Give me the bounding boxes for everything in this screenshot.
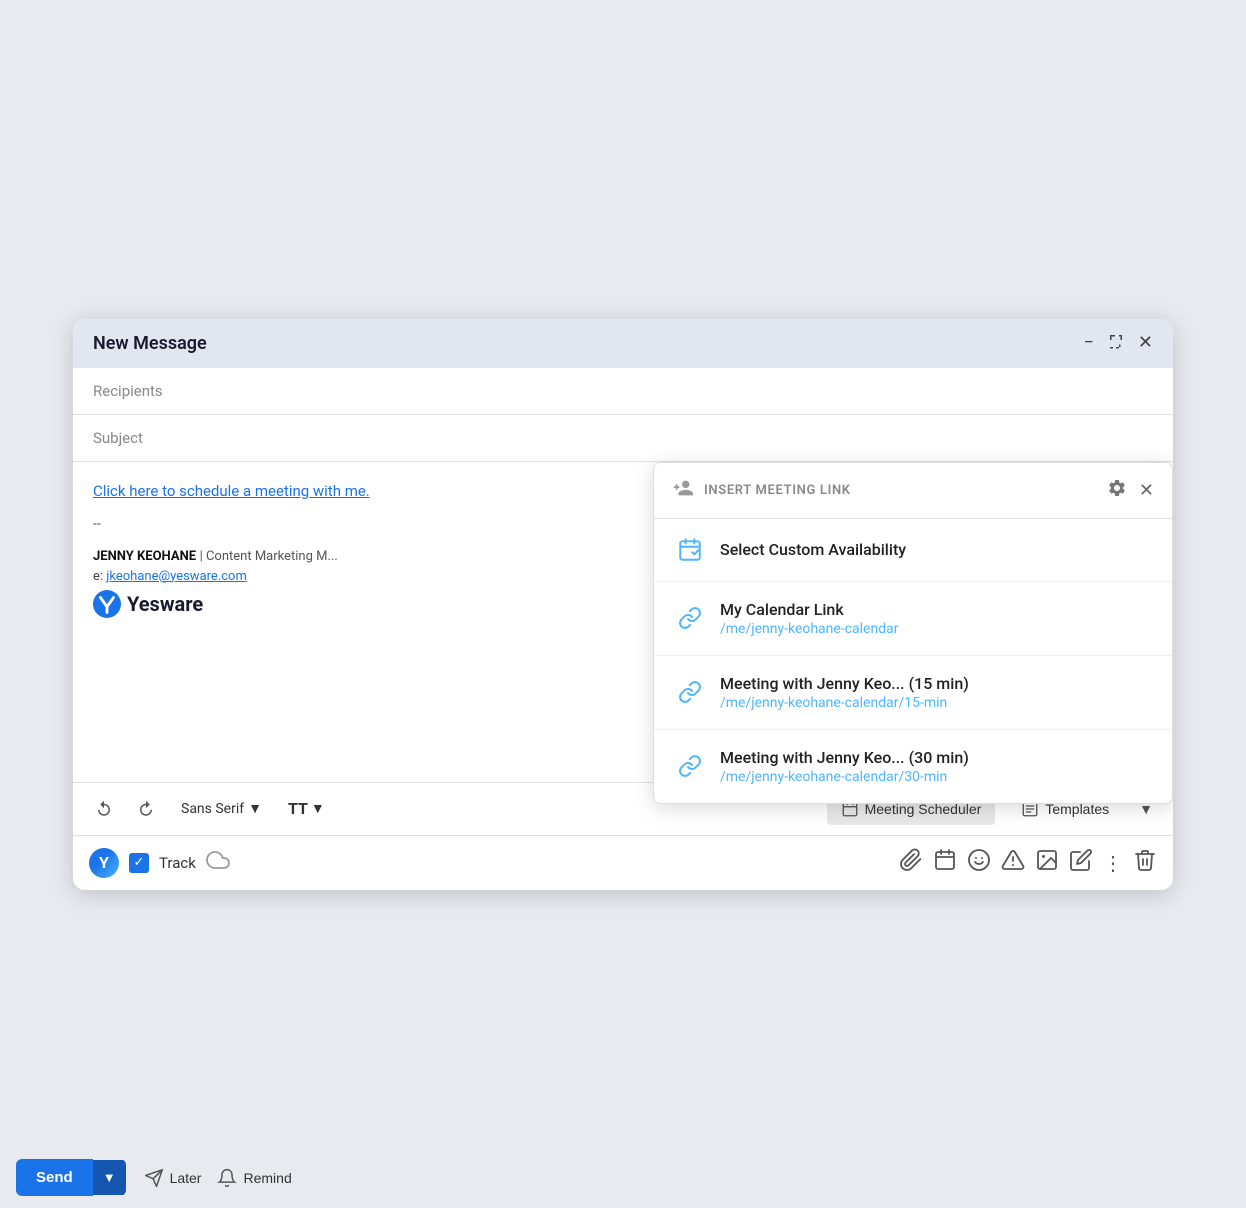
font-size-button[interactable]: TT ▼ xyxy=(282,795,331,822)
item-content-30min: Meeting with Jenny Keo... (30 min) /me/j… xyxy=(720,748,969,785)
item-content-15min: Meeting with Jenny Keo... (15 min) /me/j… xyxy=(720,674,969,711)
link-15min-icon xyxy=(674,680,706,704)
undo-button[interactable] xyxy=(89,796,119,822)
subject-field[interactable]: Subject xyxy=(73,415,1173,462)
compose-header: New Message − ✕ xyxy=(73,319,1173,368)
header-actions: − ✕ xyxy=(1084,333,1153,353)
calendar-bottom-icon[interactable] xyxy=(933,848,957,877)
undo-icon xyxy=(95,800,113,818)
dropdown-close-icon[interactable]: ✕ xyxy=(1139,480,1154,501)
attachment-icon[interactable] xyxy=(899,848,923,877)
item-title-custom: Select Custom Availability xyxy=(720,540,906,559)
font-size-arrow: ▼ xyxy=(311,800,325,817)
signature-job-title: Content Marketing M... xyxy=(206,549,338,564)
item-title-30min: Meeting with Jenny Keo... (30 min) xyxy=(720,748,969,767)
window-title: New Message xyxy=(93,333,207,354)
meeting-dropdown-actions: ✕ xyxy=(1107,478,1154,503)
meeting-item-30min[interactable]: Meeting with Jenny Keo... (30 min) /me/j… xyxy=(654,730,1172,803)
font-family-selector[interactable]: Sans Serif ▼ xyxy=(173,796,270,821)
signature-name: JENNY KEOHANE xyxy=(93,549,196,564)
compose-body[interactable]: Click here to schedule a meeting with me… xyxy=(73,462,1173,782)
cloud-icon[interactable] xyxy=(206,848,230,877)
item-subtitle-15min: /me/jenny-keohane-calendar/15-min xyxy=(720,695,969,711)
track-label: Track xyxy=(159,854,196,872)
more-options-icon[interactable]: ⋮ xyxy=(1103,851,1123,875)
meeting-dropdown-title: INSERT MEETING LINK xyxy=(704,483,1107,498)
meeting-link-text[interactable]: Click here to schedule a meeting with me… xyxy=(93,482,370,500)
meeting-dropdown-header: INSERT MEETING LINK ✕ xyxy=(654,463,1172,519)
edit-icon[interactable] xyxy=(1069,848,1093,877)
meeting-link-dropdown: INSERT MEETING LINK ✕ xyxy=(653,462,1173,804)
redo-icon xyxy=(137,800,155,818)
calendar-custom-icon xyxy=(674,537,706,563)
item-subtitle-calendar: /me/jenny-keohane-calendar xyxy=(720,621,898,637)
compose-window: New Message − ✕ Recipients Subject Click… xyxy=(73,319,1173,890)
meeting-item-15min[interactable]: Meeting with Jenny Keo... (15 min) /me/j… xyxy=(654,656,1172,730)
font-dropdown-arrow: ▼ xyxy=(248,800,262,817)
person-add-icon xyxy=(672,477,694,504)
delete-icon[interactable] xyxy=(1133,848,1157,877)
recipients-placeholder: Recipients xyxy=(93,382,163,400)
compose-bottom-bar: Y ✓ Track xyxy=(73,835,1173,890)
item-title-calendar: My Calendar Link xyxy=(720,600,898,619)
yesware-button[interactable]: Y xyxy=(89,848,119,878)
item-subtitle-30min: /me/jenny-keohane-calendar/30-min xyxy=(720,769,969,785)
recipients-field[interactable]: Recipients xyxy=(73,368,1173,415)
link-calendar-icon xyxy=(674,606,706,630)
yesware-icon xyxy=(93,590,121,618)
emoji-icon[interactable] xyxy=(967,848,991,877)
meeting-item-calendar[interactable]: My Calendar Link /me/jenny-keohane-calen… xyxy=(654,582,1172,656)
item-content-custom: Select Custom Availability xyxy=(720,540,906,559)
warning-icon[interactable] xyxy=(1001,848,1025,877)
track-checkbox[interactable]: ✓ xyxy=(129,853,149,873)
subject-placeholder: Subject xyxy=(93,429,143,447)
font-size-label: TT xyxy=(288,799,308,818)
font-family-label: Sans Serif xyxy=(181,801,244,817)
redo-button[interactable] xyxy=(131,796,161,822)
item-title-15min: Meeting with Jenny Keo... (15 min) xyxy=(720,674,969,693)
signature-email[interactable]: jkeohane@yesware.com xyxy=(106,569,247,584)
settings-icon[interactable] xyxy=(1107,478,1127,503)
minimize-icon[interactable]: − xyxy=(1084,334,1094,352)
image-icon[interactable] xyxy=(1035,848,1059,877)
email-label: e: xyxy=(93,569,106,584)
expand-icon[interactable] xyxy=(1108,333,1124,353)
meeting-item-custom[interactable]: Select Custom Availability xyxy=(654,519,1172,582)
item-content-calendar: My Calendar Link /me/jenny-keohane-calen… xyxy=(720,600,898,637)
close-icon[interactable]: ✕ xyxy=(1138,334,1153,352)
yesware-company-name: Yesware xyxy=(127,592,203,616)
link-30min-icon xyxy=(674,754,706,778)
